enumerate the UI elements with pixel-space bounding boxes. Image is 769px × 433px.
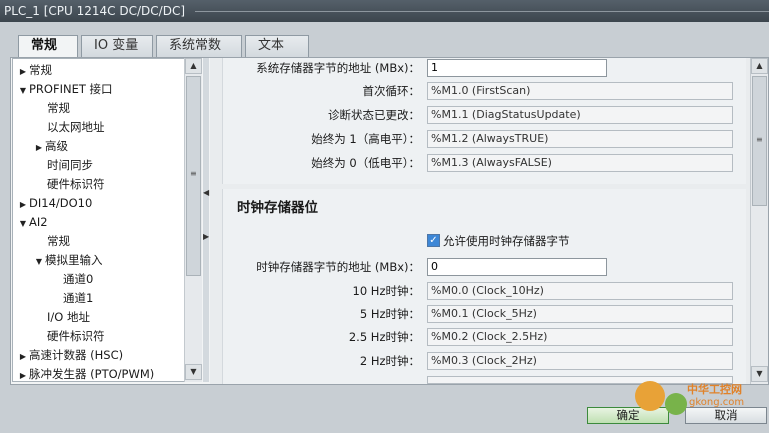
tree-item-label: 高级: [45, 139, 68, 153]
clock-2-5hz-value: %M0.2 (Clock_2.5Hz): [427, 328, 733, 346]
gear-icon: [635, 381, 665, 411]
content-scrollbar[interactable]: ▲ ≡ ▼: [750, 58, 768, 384]
tree-item-channel-0[interactable]: 通道0: [63, 270, 93, 289]
scroll-thumb[interactable]: ≡: [752, 76, 767, 206]
collapse-arrow-icon[interactable]: ▼: [33, 252, 45, 271]
tree-item-label: AI2: [29, 215, 48, 229]
diag-status-label: 诊断状态已更改：: [328, 108, 420, 122]
always-true-value: %M1.2 (AlwaysTRUE): [427, 130, 733, 148]
watermark-logo: 中华工控网 gkong.com: [635, 381, 769, 415]
panel-splitter[interactable]: ◀ ▶: [203, 58, 209, 382]
tree-item-label: 硬件标识符: [47, 329, 105, 343]
expand-arrow-icon[interactable]: ▶: [17, 195, 29, 214]
collapse-arrow-icon[interactable]: ▼: [17, 214, 29, 233]
gear-icon: [665, 393, 687, 415]
tree-item-ethernet-address[interactable]: 以太网地址: [47, 118, 105, 137]
first-scan-value: %M1.0 (FirstScan): [427, 82, 733, 100]
grip-icon: ≡: [190, 169, 197, 178]
watermark-text: 中华工控网: [687, 383, 742, 396]
clock-2hz-label: 2 Hz时钟：: [359, 354, 420, 368]
scroll-down-icon[interactable]: ▼: [185, 364, 202, 380]
scroll-down-icon[interactable]: ▼: [751, 366, 768, 382]
clock-memory-address-label: 时钟存储器字节的地址 (MBx)：: [256, 260, 420, 274]
watermark-url: gkong.com: [689, 397, 745, 408]
tree-item-analog-input[interactable]: ▼ 模拟里输入: [33, 251, 103, 270]
tree-item-ai2-general[interactable]: 常规: [47, 232, 70, 251]
tree-item-general[interactable]: ▶ 常规: [17, 61, 52, 80]
diag-status-value: %M1.1 (DiagStatusUpdate): [427, 106, 733, 124]
tree-item-hsc[interactable]: ▶ 高速计数器 (HSC): [17, 346, 123, 365]
scroll-up-icon[interactable]: ▲: [185, 58, 202, 74]
collapse-arrow-icon[interactable]: ▼: [17, 81, 29, 100]
expand-arrow-icon[interactable]: ▶: [17, 62, 29, 81]
tree-item-label: 时间同步: [47, 158, 93, 172]
tree-item-label: 通道1: [63, 291, 94, 305]
clock-5hz-label: 5 Hz时钟：: [359, 307, 420, 321]
grip-icon: ≡: [756, 135, 763, 144]
always-false-value: %M1.3 (AlwaysFALSE): [427, 154, 733, 172]
always-false-label: 始终为 0（低电平）：: [311, 156, 420, 170]
expand-arrow-icon[interactable]: ▶: [17, 366, 29, 381]
tree-item-label: 常规: [47, 234, 70, 248]
tab-bar: 常规 IO 变量 系统常数 文本: [18, 35, 312, 59]
tree-item-advanced[interactable]: ▶ 高级: [33, 137, 68, 156]
tree-item-label: 模拟里输入: [45, 253, 103, 267]
tree-item-label: 高速计数器 (HSC): [29, 348, 124, 362]
tree-item-label: 常规: [29, 63, 52, 77]
tree-item-ai2-hardware-id[interactable]: 硬件标识符: [47, 327, 105, 346]
tree-item-io-address[interactable]: I/O 地址: [47, 308, 90, 327]
tree-item-profinet-general[interactable]: 常规: [47, 99, 70, 118]
enable-clock-memory-label[interactable]: 允许使用时钟存储器字节: [443, 232, 570, 250]
tree-item-label: 常规: [47, 101, 70, 115]
expand-arrow-icon[interactable]: ▶: [33, 138, 45, 157]
tree-item-label: DI14/DO10: [29, 196, 93, 210]
clock-2-5hz-label: 2.5 Hz时钟：: [348, 330, 420, 344]
clock-5hz-value: %M0.1 (Clock_5Hz): [427, 305, 733, 323]
tab-system-constants[interactable]: 系统常数: [156, 35, 242, 57]
tree-item-label: 通道0: [63, 272, 94, 286]
tree-item-hardware-id[interactable]: 硬件标识符: [47, 175, 105, 194]
system-memory-address-input[interactable]: 1: [427, 59, 607, 77]
tree-scrollbar[interactable]: ▲ ≡ ▼: [184, 58, 202, 382]
navigation-tree: ▶ 常规 ▼ PROFINET 接口 常规 以太网地址 ▶ 高级 时间同步 硬件标识符…: [12, 58, 202, 382]
scroll-thumb[interactable]: ≡: [186, 76, 201, 276]
system-memory-address-label: 系统存储器字节的地址 (MBx)：: [256, 61, 420, 75]
collapse-left-icon[interactable]: ◀: [203, 188, 209, 197]
tree-item-time-sync[interactable]: 时间同步: [47, 156, 93, 175]
clock-2hz-value: %M0.3 (Clock_2Hz): [427, 352, 733, 370]
clock-memory-address-input[interactable]: 0: [427, 258, 607, 276]
tree-item-label: 硬件标识符: [47, 177, 105, 191]
window-title: PLC_1 [CPU 1214C DC/DC/DC]: [4, 4, 186, 18]
tree-item-di14-do10[interactable]: ▶ DI14/DO10: [17, 194, 92, 213]
always-true-label: 始终为 1（高电平）：: [311, 132, 420, 146]
first-scan-label: 首次循环：: [362, 84, 421, 98]
tree-item-pto-pwm[interactable]: ▶ 脉冲发生器 (PTO/PWM): [17, 365, 155, 381]
tab-general[interactable]: 常规: [18, 35, 78, 59]
tree-item-label: 以太网地址: [47, 120, 105, 134]
scroll-up-icon[interactable]: ▲: [751, 58, 768, 74]
expand-arrow-icon[interactable]: ▶: [17, 347, 29, 366]
tree-item-ai2[interactable]: ▼ AI2: [17, 213, 48, 232]
tree-item-label: I/O 地址: [47, 310, 90, 324]
expand-right-icon[interactable]: ▶: [203, 232, 209, 241]
tree-item-label: PROFINET 接口: [29, 82, 113, 96]
clock-memory-title: 时钟存储器位: [237, 200, 318, 216]
clock-10hz-label: 10 Hz时钟：: [352, 284, 420, 298]
titlebar-divider: [195, 11, 769, 12]
enable-clock-memory-checkbox[interactable]: ✓: [427, 234, 440, 247]
tree-item-label: 脉冲发生器 (PTO/PWM): [29, 367, 155, 381]
tab-texts[interactable]: 文本: [245, 35, 309, 57]
clock-10hz-value: %M0.0 (Clock_10Hz): [427, 282, 733, 300]
tab-io-tags[interactable]: IO 变量: [81, 35, 153, 57]
tree-item-channel-1[interactable]: 通道1: [63, 289, 93, 308]
tree-item-profinet[interactable]: ▼ PROFINET 接口: [17, 80, 113, 99]
